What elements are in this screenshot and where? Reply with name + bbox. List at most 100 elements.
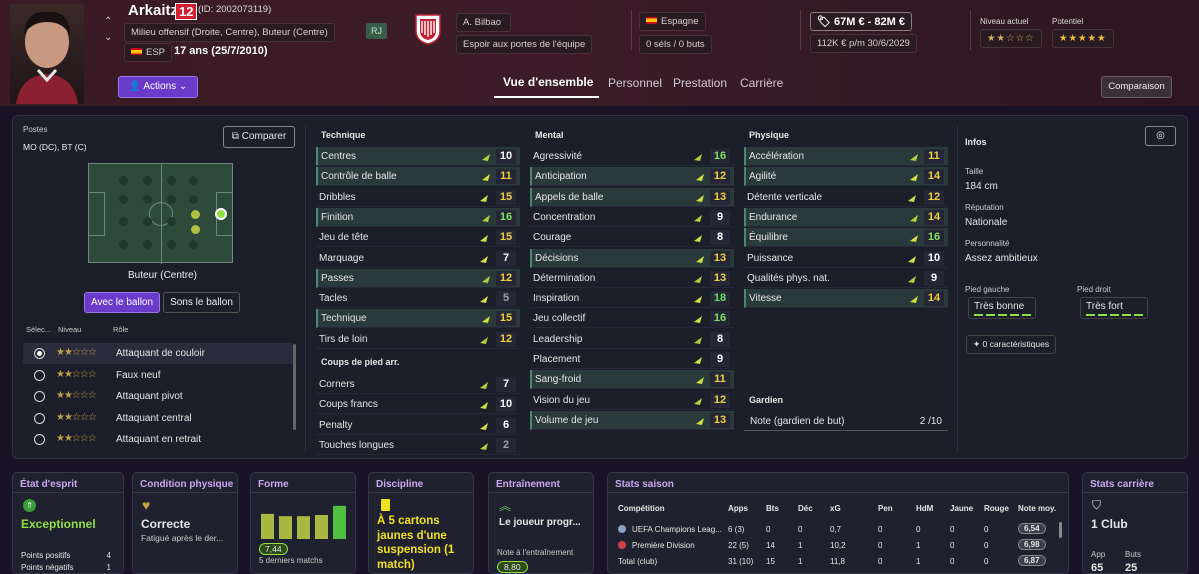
attribute-row[interactable]: Technique 15 — [316, 309, 520, 329]
actions-label: Actions — [143, 81, 177, 92]
attribute-row[interactable]: Équilibre 16 — [744, 228, 948, 248]
attribute-row[interactable]: Puissance 10 — [744, 249, 948, 268]
attribute-row[interactable]: Leadership 8 — [530, 330, 734, 349]
season-header-cell[interactable]: Jaune — [950, 504, 973, 513]
attribute-row[interactable]: Agilité 14 — [744, 167, 948, 187]
attribute-row[interactable]: Vitesse 14 — [744, 289, 948, 309]
season-cell: 0,7 — [830, 525, 842, 534]
attribute-row[interactable]: Qualités phys. nat. 9 — [744, 269, 948, 288]
season-header-cell[interactable]: Bts — [766, 504, 779, 513]
trend-arrow-icon — [480, 422, 489, 430]
form-card[interactable]: Forme 7,44 5 derniers matchs — [250, 472, 356, 574]
attribute-row[interactable]: Dribbles 15 — [316, 188, 520, 207]
info-toggle-button[interactable]: ◎ — [1145, 126, 1176, 146]
role-row[interactable]: ★★☆☆☆ Attaquant en retrait — [23, 429, 293, 450]
attribute-row[interactable]: Détente verticale 12 — [744, 188, 948, 207]
attribute-row[interactable]: Courage 8 — [530, 228, 734, 248]
attribute-row[interactable]: Tacles 5 — [316, 289, 520, 309]
club-crest-icon[interactable] — [414, 13, 442, 45]
role-radio[interactable] — [34, 391, 45, 402]
attribute-row[interactable]: Placement 9 — [530, 350, 734, 369]
attribute-row[interactable]: Vision du jeu 12 — [530, 391, 734, 410]
season-header-cell[interactable]: Déc — [798, 504, 813, 513]
attribute-row[interactable]: Penalty 6 — [316, 416, 520, 435]
role-row[interactable]: ★★☆☆☆ Attaquant de couloir — [23, 343, 293, 364]
condition-card[interactable]: Condition physique ♥ Correcte Fatigué ap… — [132, 472, 238, 574]
actions-button[interactable]: 👤 Actions ⌄ — [118, 76, 198, 98]
attribute-value: 16 — [496, 209, 516, 225]
career-stats-card[interactable]: Stats carrière ⛉ 1 Club App 65 Buts 25 — [1082, 472, 1188, 574]
role-level-stars: ★★☆☆☆ — [56, 347, 97, 358]
season-header-cell[interactable]: Apps — [728, 504, 748, 513]
role-row[interactable]: ★★☆☆☆ Attaquant central — [23, 408, 293, 429]
attribute-row[interactable]: Passes 12 — [316, 268, 520, 288]
discipline-card[interactable]: Discipline À 5 cartons jaunes d'une susp… — [368, 472, 474, 574]
attribute-row[interactable]: Centres 10 — [316, 147, 520, 166]
attribute-row[interactable]: Corners 7 — [316, 375, 520, 394]
comparison-button[interactable]: Comparaison — [1101, 76, 1172, 98]
tab-overview[interactable]: Vue d'ensemble — [503, 75, 593, 89]
traits-pill[interactable]: ✦ 0 caractéristiques — [966, 335, 1057, 354]
attribute-row[interactable]: Tirs de loin 12 — [316, 330, 520, 349]
training-card[interactable]: Entraînement ︽ Le joueur progr... Note à… — [488, 472, 594, 574]
attribute-row[interactable]: Touches longues 2 — [316, 436, 520, 455]
left-foot-box: Très bonne — [968, 297, 1036, 319]
next-player-icon[interactable]: ⌄ — [104, 32, 112, 43]
tab-personal[interactable]: Personnel — [608, 76, 662, 90]
club-name[interactable]: A. Bilbao — [456, 13, 511, 32]
attribute-row[interactable]: Accélération 11 — [744, 147, 948, 166]
season-scrollbar[interactable] — [1059, 522, 1062, 538]
attribute-row[interactable]: Concentration 9 — [530, 208, 734, 227]
attribute-row[interactable]: Endurance 14 — [744, 207, 948, 227]
attribute-row[interactable]: Sang-froid 11 — [530, 370, 734, 390]
attribute-row[interactable]: Inspiration 18 — [530, 289, 734, 309]
attribute-row[interactable]: Marquage 7 — [316, 249, 520, 268]
attribute-name: Agilité — [749, 171, 777, 183]
attribute-row[interactable]: Détermination 13 — [530, 269, 734, 288]
attribute-value: 12 — [710, 169, 730, 185]
attribute-row[interactable]: Agressivité 16 — [530, 147, 734, 166]
attribute-row[interactable]: Jeu de tête 15 — [316, 228, 520, 248]
tab-career[interactable]: Carrière — [740, 76, 783, 90]
season-header-cell[interactable]: Rouge — [984, 504, 1009, 513]
trend-arrow-icon — [908, 255, 917, 263]
role-row[interactable]: ★★☆☆☆ Attaquant pivot — [23, 386, 293, 407]
career-clubs: 1 Club — [1091, 517, 1128, 531]
season-header-cell[interactable]: Compétition — [618, 504, 665, 513]
roles-scrollbar[interactable] — [293, 344, 296, 430]
attribute-value: 9 — [710, 352, 730, 367]
prev-player-icon[interactable]: ⌃ — [104, 16, 112, 27]
attribute-row[interactable]: Appels de balle 13 — [530, 187, 734, 207]
role-radio[interactable] — [34, 348, 45, 359]
season-cell: 22 (5) — [728, 541, 749, 550]
season-header-cell[interactable]: Note moy. — [1018, 504, 1056, 513]
attribute-row[interactable]: Coups francs 10 — [316, 395, 520, 415]
pitch-position-dot — [119, 240, 128, 249]
season-header-cell[interactable]: xG — [830, 504, 841, 513]
role-radio[interactable] — [34, 412, 45, 424]
attribute-row[interactable]: Jeu collectif 16 — [530, 309, 734, 329]
compare-button[interactable]: ⧉ Comparer — [223, 126, 295, 148]
attribute-row[interactable]: Décisions 13 — [530, 248, 734, 268]
attribute-row[interactable]: Volume de jeu 13 — [530, 410, 734, 430]
attribute-value: 13 — [710, 250, 730, 266]
morale-card[interactable]: État d'esprit ⇑ Exceptionnel Points posi… — [12, 472, 124, 574]
tab-performance[interactable]: Prestation — [673, 76, 727, 90]
pitch-position-dot-selected[interactable] — [215, 208, 227, 220]
attribute-row[interactable]: Anticipation 12 — [530, 167, 734, 187]
season-header-cell[interactable]: HdM — [916, 504, 933, 513]
attribute-row[interactable]: Finition 16 — [316, 207, 520, 227]
attribute-row[interactable]: Contrôle de balle 11 — [316, 167, 520, 187]
traits-label: 0 caractéristiques — [982, 339, 1050, 349]
season-header-cell[interactable]: Pen — [878, 504, 893, 513]
with-ball-toggle[interactable]: Avec le ballon — [84, 292, 160, 313]
role-row[interactable]: ★★☆☆☆ Faux neuf — [23, 365, 293, 386]
season-cell: 0 — [766, 525, 771, 534]
role-radio[interactable] — [34, 434, 45, 445]
without-ball-toggle[interactable]: Sons le ballon — [163, 292, 240, 313]
role-radio[interactable] — [34, 369, 45, 381]
season-stats-card[interactable]: Stats saison Compétition Apps Bts Déc xG Pen H… — [607, 472, 1069, 574]
season-cell: 1 — [798, 557, 803, 566]
country-pill[interactable]: Espagne — [639, 12, 706, 31]
attribute-name: Tirs de loin — [319, 333, 368, 345]
